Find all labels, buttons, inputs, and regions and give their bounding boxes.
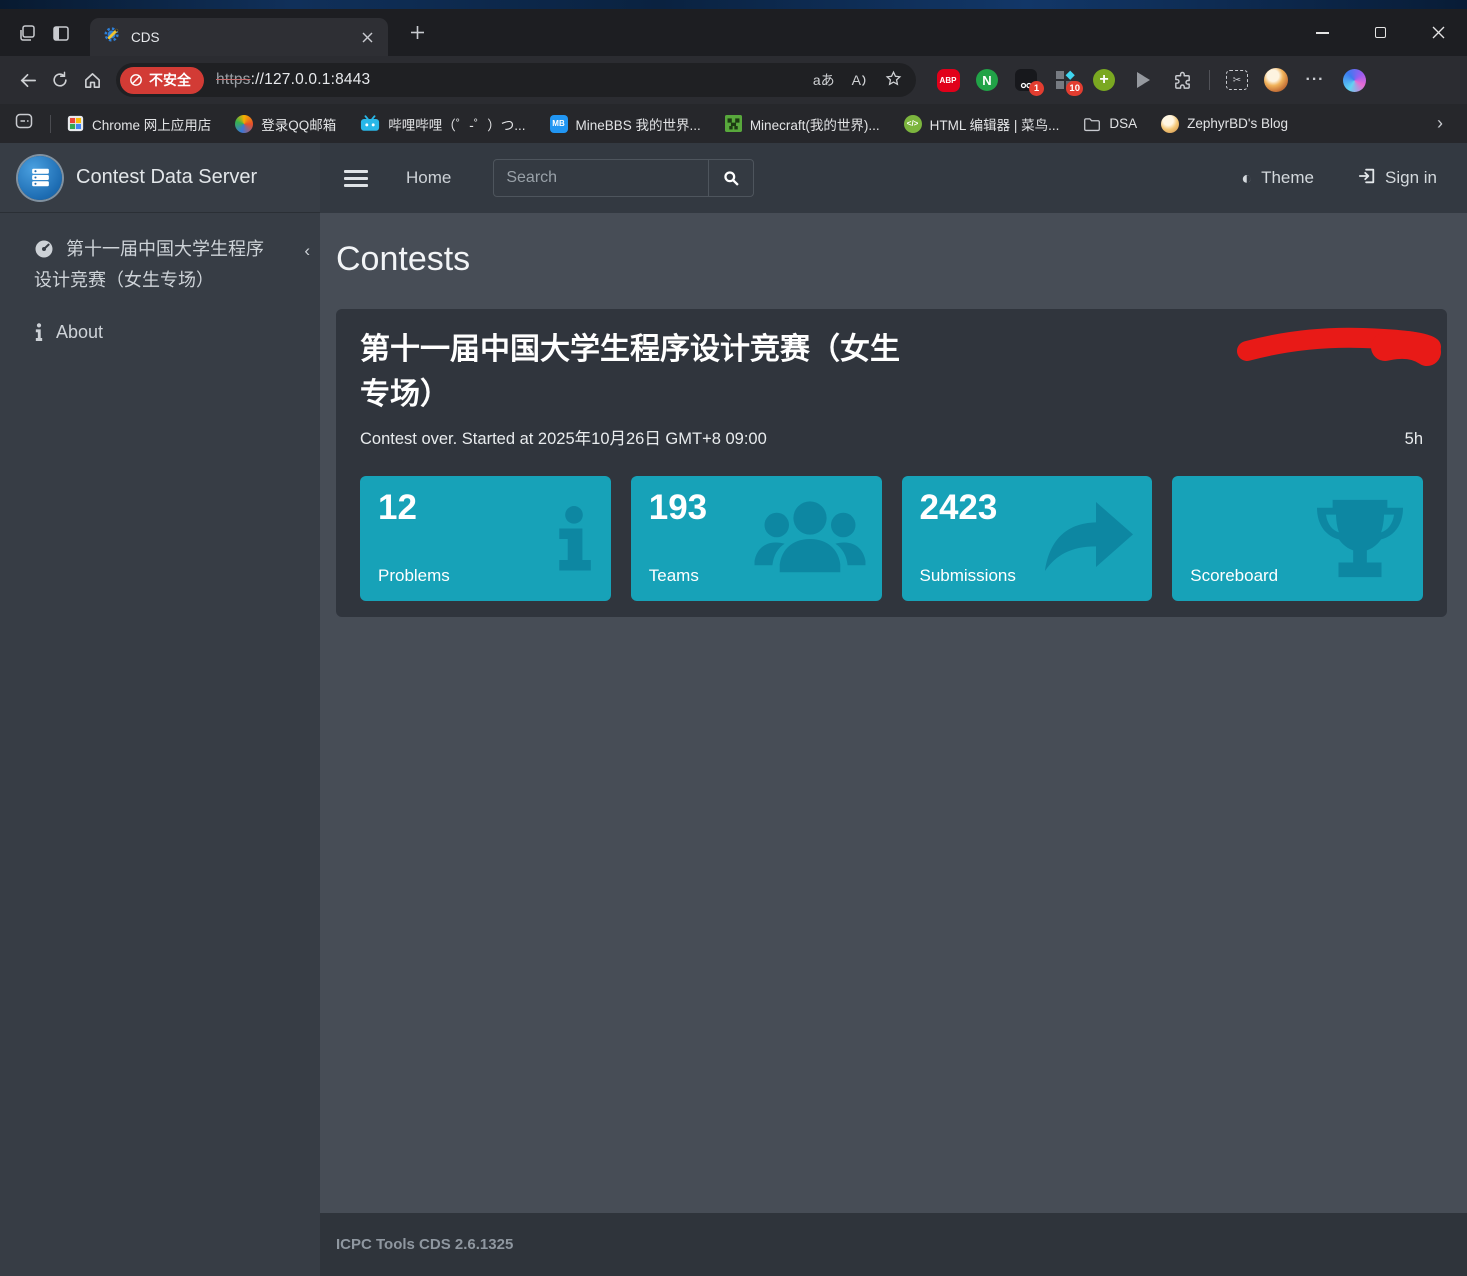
red-redaction-scribble <box>1233 323 1445 369</box>
bookmark-qq-mail[interactable]: 登录QQ邮箱 <box>235 114 336 134</box>
scoreboard-tile[interactable]: Scoreboard <box>1172 476 1423 601</box>
window-controls <box>1293 9 1467 56</box>
dark-extension-icon[interactable]: 1 <box>1014 68 1038 92</box>
desktop-wallpaper-strip <box>0 0 1467 9</box>
search-input[interactable] <box>494 160 708 196</box>
chrome-store-icon <box>67 115 84 132</box>
minimize-button[interactable] <box>1293 9 1351 56</box>
page-footer: ICPC Tools CDS 2.6.1325 <box>320 1213 1467 1276</box>
copilot-icon[interactable] <box>1342 68 1366 92</box>
settings-more-icon[interactable]: ··· <box>1303 68 1327 92</box>
read-aloud-icon[interactable]: A <box>852 72 868 88</box>
contest-title: 第十一届中国大学生程序设计竞赛（女生专场） <box>360 327 905 417</box>
chevron-left-icon: ‹ <box>304 237 310 264</box>
trophy-watermark-icon <box>1313 496 1407 582</box>
sign-in-button[interactable]: Sign in <box>1358 167 1437 190</box>
play-extension-icon[interactable] <box>1131 68 1155 92</box>
users-watermark-icon <box>754 497 866 581</box>
tab-title: CDS <box>131 30 356 45</box>
home-icon[interactable] <box>76 64 108 96</box>
browser-toolbar: 不安全 https://127.0.0.1:8443 aあ A ABP N <box>0 56 1467 104</box>
cds-favicon-icon <box>104 26 121 48</box>
bookmarks-bar: Chrome 网上应用店 登录QQ邮箱 哔哩哔哩（゜-゜）つ... MBMine… <box>0 104 1467 143</box>
refresh-icon[interactable] <box>44 64 76 96</box>
sign-in-icon <box>1358 167 1376 190</box>
qq-mail-icon <box>235 115 253 133</box>
theme-toggle[interactable]: ◐ Theme <box>1241 168 1314 188</box>
main-area: Contests 第十一届中国大学生程序设计竞赛（女生专场） Contest o… <box>320 213 1467 1213</box>
sidebar-toggle-icon[interactable] <box>14 111 34 136</box>
brand-title: Contest Data Server <box>76 166 257 189</box>
browser-titlebar: CDS <box>0 9 1467 56</box>
search-button[interactable] <box>708 160 753 196</box>
toolbar-divider <box>1209 70 1210 90</box>
top-navbar: Home ◐ Theme <box>320 143 1467 213</box>
favorite-star-icon[interactable] <box>885 70 902 90</box>
folder-icon <box>1083 116 1101 132</box>
address-bar[interactable]: 不安全 https://127.0.0.1:8443 aあ A <box>116 63 916 97</box>
brand[interactable]: Contest Data Server <box>0 143 320 213</box>
bookmark-chrome-store[interactable]: Chrome 网上应用店 <box>67 114 211 134</box>
theme-icon: ◐ <box>1241 169 1252 187</box>
share-arrow-watermark-icon <box>1040 498 1136 580</box>
teams-tile[interactable]: 193 Teams <box>631 476 882 601</box>
contest-status: Contest over. Started at 2025年10月26日 GMT… <box>360 425 767 449</box>
close-button[interactable] <box>1409 9 1467 56</box>
browser-tab[interactable]: CDS <box>90 18 388 56</box>
content-column: Home ◐ Theme <box>320 143 1467 1276</box>
n-extension-icon[interactable]: N <box>975 68 999 92</box>
grid-extension-icon[interactable]: 10 <box>1053 68 1077 92</box>
gauge-icon <box>34 239 54 267</box>
page-title: Contests <box>336 240 1447 279</box>
tab-close-icon[interactable] <box>356 26 378 48</box>
extensions-puzzle-icon[interactable] <box>1170 68 1194 92</box>
maximize-button[interactable] <box>1351 9 1409 56</box>
sidebar: Contest Data Server 第十一届中国大学生程序设计竞赛（女生专场… <box>0 143 320 1276</box>
bookmark-minebbs[interactable]: MBMineBBS 我的世界... <box>550 114 701 134</box>
bookmark-zephyrbd-blog[interactable]: ZephyrBD's Blog <box>1161 115 1288 133</box>
menu-hamburger-icon[interactable] <box>344 170 368 187</box>
bookmark-minecraft[interactable]: Minecraft(我的世界)... <box>725 114 880 134</box>
profile-avatar[interactable] <box>1264 68 1288 92</box>
html-editor-icon: </> <box>904 115 922 133</box>
info-icon <box>34 323 44 350</box>
tab-actions-icon[interactable] <box>10 16 44 50</box>
url-text: https://127.0.0.1:8443 <box>216 71 370 89</box>
info-watermark-icon <box>553 495 595 583</box>
extensions-area: ABP N 1 10 + <box>936 68 1366 92</box>
creeper-icon <box>725 115 742 132</box>
sidebar-item-contest[interactable]: 第十一届中国大学生程序设计竞赛（女生专场） ‹ <box>34 236 274 294</box>
contest-card: 第十一届中国大学生程序设计竞赛（女生专场） Contest over. Star… <box>336 309 1447 617</box>
bookmark-html-editor[interactable]: </>HTML 编辑器 | 菜鸟... <box>904 114 1060 134</box>
contest-tiles: 12 Problems 193 Teams <box>360 476 1423 601</box>
cds-logo-icon <box>18 156 62 200</box>
bilibili-icon <box>360 115 380 132</box>
bookmark-dsa[interactable]: DSA <box>1083 116 1137 132</box>
search-box <box>493 159 754 197</box>
footer-version-text: ICPC Tools CDS 2.6.1325 <box>336 1236 513 1253</box>
problems-tile[interactable]: 12 Problems <box>360 476 611 601</box>
translate-icon[interactable]: aあ <box>813 70 835 90</box>
page-body: Contest Data Server 第十一届中国大学生程序设计竞赛（女生专场… <box>0 143 1467 1276</box>
bookmarks-overflow-icon[interactable]: › <box>1437 113 1453 134</box>
bookmarks-divider <box>50 115 51 133</box>
security-label: 不安全 <box>149 70 191 90</box>
add-extension-icon[interactable]: + <box>1092 68 1116 92</box>
contest-duration: 5h <box>1405 430 1423 449</box>
web-capture-icon[interactable]: ✂ <box>1225 68 1249 92</box>
vertical-tabs-icon[interactable] <box>44 16 78 50</box>
bookmark-bilibili[interactable]: 哔哩哔哩（゜-゜）つ... <box>360 114 525 134</box>
sidebar-item-about[interactable]: About <box>34 319 274 350</box>
new-tab-icon[interactable] <box>402 18 432 48</box>
not-secure-icon <box>129 73 143 87</box>
sidebar-nav: 第十一届中国大学生程序设计竞赛（女生专场） ‹ About <box>0 213 320 350</box>
back-icon[interactable] <box>12 64 44 96</box>
submissions-tile[interactable]: 2423 Submissions <box>902 476 1153 601</box>
adblock-plus-icon[interactable]: ABP <box>936 68 960 92</box>
security-badge[interactable]: 不安全 <box>120 67 204 94</box>
blog-avatar-icon <box>1161 115 1179 133</box>
minebbs-icon: MB <box>550 115 568 133</box>
browser-window: CDS <box>0 0 1467 1276</box>
nav-home-link[interactable]: Home <box>406 168 451 188</box>
